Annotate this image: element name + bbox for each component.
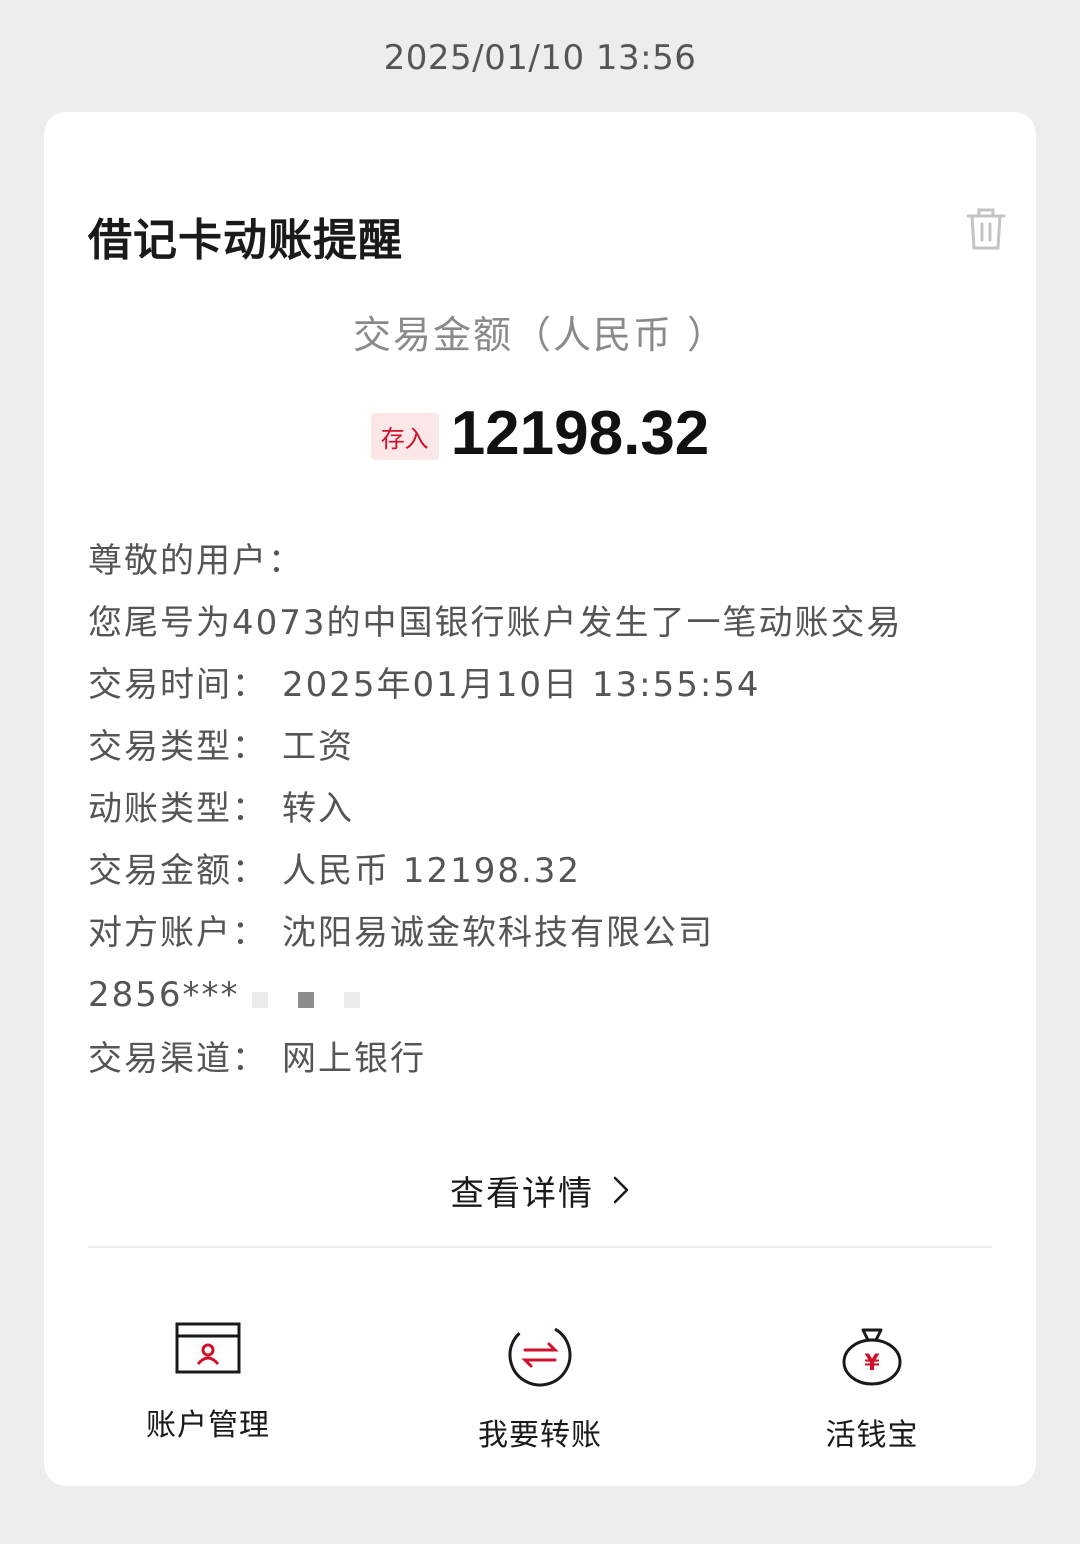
detail-value: 转入	[282, 789, 354, 829]
trash-icon	[966, 208, 1006, 250]
transfer-button[interactable]: 我要转账	[420, 1308, 660, 1454]
detail-value: 工资	[282, 727, 354, 767]
account-management-button[interactable]: 账户管理	[88, 1308, 328, 1444]
quick-actions: 账户管理 我要转账 ¥ 活钱宝	[44, 1308, 1036, 1458]
account-card-icon	[175, 1322, 241, 1374]
transfer-icon	[508, 1323, 572, 1387]
detail-move-type: 动账类型： 转入	[88, 778, 988, 840]
action-label: 账户管理	[146, 1408, 270, 1443]
detail-value: 2025年01月10日 13:55:54	[282, 665, 761, 705]
amount-label: 交易金额（人民币 ）	[352, 313, 728, 357]
detail-key: 交易金额：	[88, 851, 268, 891]
amount-row: 存入 12198.32	[44, 398, 1036, 469]
masked-account: 2856***	[88, 975, 240, 1015]
detail-account-number: 2856***	[88, 964, 988, 1028]
card-title: 借记卡动账提醒	[88, 215, 403, 266]
detail-channel: 交易渠道： 网上银行	[88, 1028, 988, 1090]
greeting: 尊敬的用户：	[88, 541, 304, 581]
delete-button[interactable]	[962, 204, 1010, 252]
detail-amount: 交易金额： 人民币 12198.32	[88, 840, 988, 902]
transaction-details: 尊敬的用户： 您尾号为4073的中国银行账户发生了一笔动账交易 交易时间： 202…	[88, 530, 988, 1090]
detail-key: 交易类型：	[88, 727, 268, 767]
action-label: 我要转账	[478, 1418, 602, 1453]
detail-type: 交易类型： 工资	[88, 716, 988, 778]
money-bag-button[interactable]: ¥ 活钱宝	[752, 1308, 992, 1454]
detail-value: 沈阳易诚金软科技有限公司	[282, 913, 714, 953]
deposit-badge: 存入	[370, 413, 439, 460]
view-details-link[interactable]: 查看详情	[44, 1166, 1036, 1215]
detail-time: 交易时间： 2025年01月10日 13:55:54	[88, 654, 988, 716]
detail-key: 对方账户：	[88, 913, 268, 953]
detail-value: 网上银行	[282, 1038, 426, 1079]
action-label: 活钱宝	[825, 1418, 919, 1453]
detail-value: 人民币 12198.32	[282, 851, 582, 891]
svg-text:¥: ¥	[864, 1351, 880, 1376]
redaction-blocks	[252, 966, 390, 1028]
amount-value: 12198.32	[450, 399, 710, 468]
detail-key: 动账类型：	[88, 789, 268, 829]
detail-counterparty: 对方账户： 沈阳易诚金软科技有限公司	[88, 902, 988, 964]
money-bag-icon: ¥	[842, 1328, 902, 1386]
notification-card: 借记卡动账提醒 交易金额（人民币 ） 存入 12198.32 尊敬的用户： 您尾…	[44, 112, 1036, 1486]
message: 您尾号为4073的中国银行账户发生了一笔动账交易	[88, 603, 903, 643]
chevron-right-icon	[612, 1174, 630, 1214]
divider	[88, 1246, 992, 1248]
detail-key: 交易渠道：	[88, 1038, 268, 1079]
message-timestamp: 2025/01/10 13:56	[383, 38, 697, 78]
detail-key: 交易时间：	[88, 665, 268, 705]
view-details-label: 查看详情	[450, 1174, 594, 1214]
